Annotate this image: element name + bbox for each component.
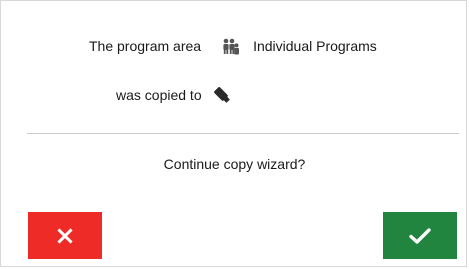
copy-wizard-dialog: The program area Individual Programs was… [0,0,467,267]
program-area-label: The program area [89,38,202,54]
close-icon [57,227,73,244]
checkmark-icon [408,227,432,245]
program-area-name: Individual Programs [253,38,377,54]
continue-question: Continue copy wizard? [163,156,306,172]
divider [27,133,459,134]
confirm-button[interactable] [383,212,457,259]
usb-stick-icon [211,84,233,106]
cancel-button[interactable] [28,212,102,259]
copied-to-label: was copied to [116,87,202,103]
user-group-icon [220,37,242,55]
program-area-row: The program area Individual Programs [89,35,377,57]
copy-target-row: was copied to [116,84,233,106]
